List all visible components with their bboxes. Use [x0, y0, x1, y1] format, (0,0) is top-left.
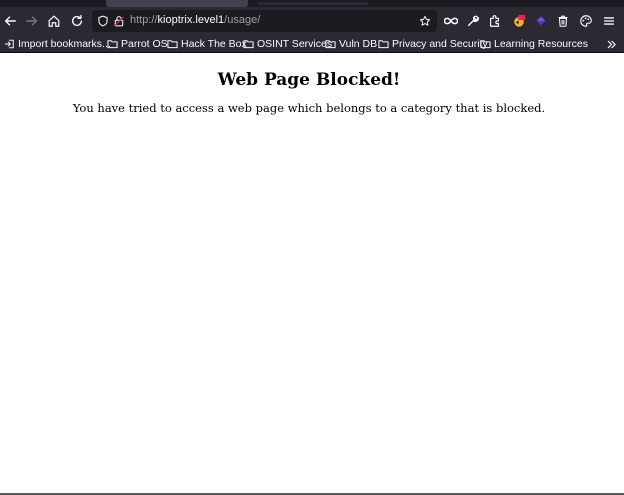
bookmark-folder-learning-resources[interactable]: Learning Resources — [480, 37, 588, 51]
folder-icon — [378, 40, 389, 49]
bookmark-label: Vuln DB — [339, 38, 378, 50]
shield-icon[interactable] — [96, 14, 110, 28]
navigation-toolbar: http://kioptrix.level1/usage/ — [0, 7, 624, 35]
folder-icon — [243, 40, 254, 49]
bookmark-folder-vuln-db[interactable]: Vuln DB — [325, 37, 377, 51]
url-path: /usage/ — [224, 14, 261, 26]
tab-inactive[interactable] — [258, 2, 368, 5]
palette-icon[interactable] — [575, 10, 597, 32]
bookmark-folder-osint-services[interactable]: OSINT Services — [243, 37, 332, 51]
bookmark-label: Parrot OS — [121, 38, 168, 50]
bookmark-folder-privacy-and-security[interactable]: Privacy and Security — [378, 37, 488, 51]
folder-icon — [107, 40, 118, 49]
bookmarks-toolbar: Import bookmarks... Parrot OS Hack The B… — [0, 35, 624, 53]
insecure-lock-icon[interactable] — [112, 14, 126, 28]
bookmark-label: Import bookmarks... — [18, 38, 111, 50]
bookmarks-overflow-button[interactable] — [604, 37, 618, 51]
bookmark-label: Privacy and Security — [392, 38, 488, 50]
home-icon — [48, 15, 60, 27]
bookmark-label: Hack The Box — [181, 38, 247, 50]
tab-strip — [0, 0, 624, 7]
reload-icon — [71, 14, 83, 26]
page-heading: Web Page Blocked! — [217, 70, 401, 90]
folder-icon — [167, 40, 178, 49]
menu-icon[interactable] — [598, 10, 620, 32]
extensions-icon[interactable] — [484, 10, 506, 32]
wrench-icon[interactable] — [462, 10, 484, 32]
url-bar[interactable]: http://kioptrix.level1/usage/ — [92, 10, 437, 32]
tab-active[interactable] — [106, 0, 248, 7]
extension-badge-icon[interactable] — [508, 10, 530, 32]
bookmark-folder-parrot-os[interactable]: Parrot OS — [107, 37, 168, 51]
folder-icon — [325, 40, 336, 49]
import-icon — [4, 39, 14, 49]
forward-button[interactable] — [21, 10, 43, 32]
arrow-right-icon — [26, 16, 38, 26]
page-content: Web Page Blocked! You have tried to acce… — [0, 54, 624, 495]
trash-icon[interactable] — [552, 10, 574, 32]
url-host: kioptrix.level1 — [157, 14, 225, 26]
folder-icon — [480, 40, 491, 49]
bookmark-label: Learning Resources — [494, 38, 588, 50]
blocked-message: You have tried to access a web page whic… — [72, 101, 546, 115]
bookmark-label: OSINT Services — [257, 38, 333, 50]
bookmark-folder-hack-the-box[interactable]: Hack The Box — [167, 37, 247, 51]
url-text[interactable]: http://kioptrix.level1/usage/ — [130, 14, 260, 26]
back-button[interactable] — [0, 10, 21, 32]
home-button[interactable] — [43, 10, 65, 32]
url-scheme: http:// — [130, 14, 158, 26]
reload-button[interactable] — [66, 10, 88, 32]
extension-diamond-icon[interactable] — [530, 10, 552, 32]
star-icon[interactable] — [418, 14, 432, 28]
infinity-icon[interactable] — [440, 10, 462, 32]
double-chevron-right-icon — [607, 40, 616, 48]
arrow-left-icon — [4, 16, 16, 26]
bookmark-import[interactable]: Import bookmarks... — [4, 37, 111, 51]
